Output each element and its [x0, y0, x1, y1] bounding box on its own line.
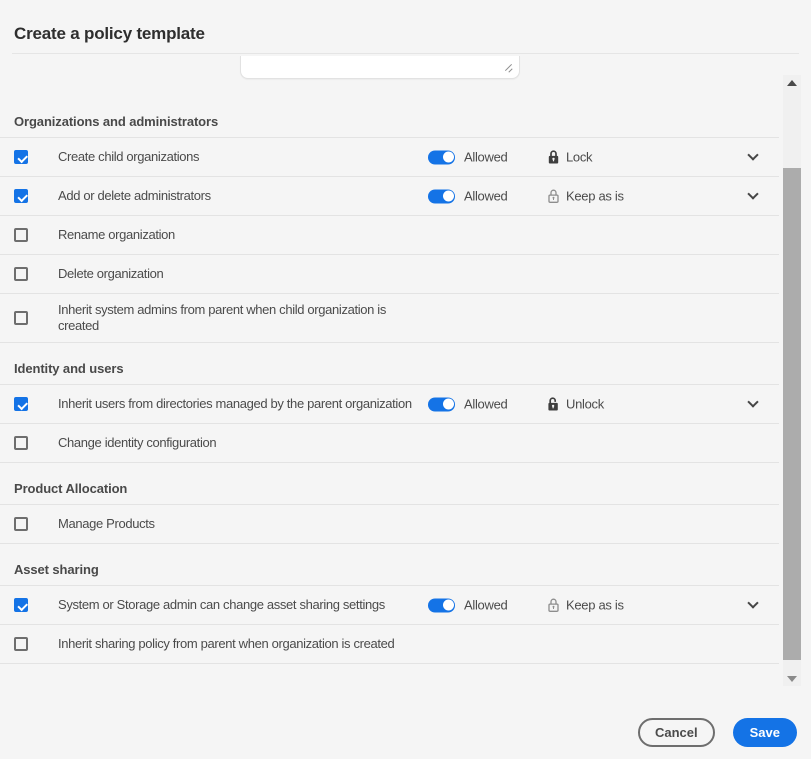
policy-row: Delete organization — [0, 255, 779, 294]
scrollbar-thumb[interactable] — [783, 168, 801, 660]
lock-state-label: Lock — [566, 150, 592, 165]
policy-label: Create child organizations — [58, 149, 199, 165]
allowed-toggle-group: Allowed — [428, 189, 507, 204]
policy-checkbox[interactable] — [14, 189, 28, 203]
chevron-down-icon[interactable] — [747, 597, 758, 608]
policy-label: Manage Products — [58, 516, 155, 532]
policy-label: Inherit sharing policy from parent when … — [58, 636, 394, 652]
policy-checkbox[interactable] — [14, 150, 28, 164]
policy-section: Organizations and administrators Create … — [0, 96, 779, 343]
policy-label: Inherit users from directories managed b… — [58, 396, 412, 412]
chevron-down-icon[interactable] — [747, 188, 758, 199]
section-title: Organizations and administrators — [0, 96, 779, 138]
policy-checkbox[interactable] — [14, 267, 28, 281]
section-title: Identity and users — [0, 343, 779, 385]
allowed-toggle[interactable] — [428, 150, 455, 164]
allowed-toggle[interactable] — [428, 598, 455, 612]
scroll-down-arrow-icon[interactable] — [783, 670, 801, 686]
section-rows: Manage Products — [0, 505, 779, 544]
cancel-button[interactable]: Cancel — [638, 718, 715, 747]
allowed-label: Allowed — [464, 598, 507, 613]
toggle-knob — [443, 600, 454, 611]
allowed-toggle[interactable] — [428, 397, 455, 411]
lock-state-label: Unlock — [566, 397, 604, 412]
allowed-toggle-group: Allowed — [428, 150, 507, 165]
vertical-scrollbar[interactable] — [783, 75, 801, 686]
toggle-knob — [443, 191, 454, 202]
policy-checkbox[interactable] — [14, 436, 28, 450]
chevron-down-icon[interactable] — [747, 396, 758, 407]
allowed-toggle[interactable] — [428, 189, 455, 203]
policy-row: Inherit sharing policy from parent when … — [0, 625, 779, 664]
lock-state-dropdown[interactable]: Lock — [547, 150, 592, 165]
allowed-label: Allowed — [464, 189, 507, 204]
policy-label: Inherit system admins from parent when c… — [58, 302, 420, 334]
allowed-toggle-group: Allowed — [428, 397, 507, 412]
scroll-up-arrow-icon[interactable] — [783, 75, 801, 91]
lock-state-label: Keep as is — [566, 598, 624, 613]
save-button[interactable]: Save — [733, 718, 797, 747]
policy-checkbox[interactable] — [14, 637, 28, 651]
policy-row: Inherit system admins from parent when c… — [0, 294, 779, 343]
lock-state-dropdown[interactable]: Keep as is — [547, 189, 624, 204]
allowed-toggle-group: Allowed — [428, 598, 507, 613]
policy-label: Delete organization — [58, 266, 163, 282]
section-title: Product Allocation — [0, 463, 779, 505]
policy-list: Organizations and administrators Create … — [0, 56, 779, 664]
page-title: Create a policy template — [14, 24, 205, 44]
lock-state-label: Keep as is — [566, 189, 624, 204]
policy-row: Manage Products — [0, 505, 779, 544]
policy-section: Asset sharing System or Storage admin ca… — [0, 544, 779, 664]
section-rows: System or Storage admin can change asset… — [0, 586, 779, 664]
policy-section: Identity and users Inherit users from di… — [0, 343, 779, 463]
policy-checkbox[interactable] — [14, 517, 28, 531]
policy-label: Change identity configuration — [58, 435, 216, 451]
policy-row: Create child organizations Allowed Lock — [0, 138, 779, 177]
section-title: Asset sharing — [0, 544, 779, 586]
chevron-down-icon[interactable] — [747, 149, 758, 160]
lock-state-dropdown[interactable]: Keep as is — [547, 598, 624, 613]
dialog-header: Create a policy template — [0, 0, 811, 54]
policy-checkbox[interactable] — [14, 228, 28, 242]
policy-section: Product Allocation Manage Products — [0, 463, 779, 544]
section-rows: Create child organizations Allowed Lock … — [0, 138, 779, 343]
policy-label: System or Storage admin can change asset… — [58, 597, 385, 613]
policy-checkbox[interactable] — [14, 311, 28, 325]
lock-outline-icon — [547, 598, 560, 613]
policy-checkbox[interactable] — [14, 598, 28, 612]
policy-checkbox[interactable] — [14, 397, 28, 411]
policy-label: Rename organization — [58, 227, 175, 243]
lock-closed-icon — [547, 150, 560, 165]
policy-row: Add or delete administrators Allowed Kee… — [0, 177, 779, 216]
section-rows: Inherit users from directories managed b… — [0, 385, 779, 463]
allowed-label: Allowed — [464, 397, 507, 412]
dialog-footer: Cancel Save — [0, 718, 811, 747]
toggle-knob — [443, 399, 454, 410]
lock-outline-icon — [547, 189, 560, 204]
header-divider — [12, 53, 799, 54]
policy-label: Add or delete administrators — [58, 188, 211, 204]
lock-open-icon — [547, 397, 560, 412]
allowed-label: Allowed — [464, 150, 507, 165]
policy-row: Change identity configuration — [0, 424, 779, 463]
policy-row: System or Storage admin can change asset… — [0, 586, 779, 625]
lock-state-dropdown[interactable]: Unlock — [547, 397, 604, 412]
toggle-knob — [443, 152, 454, 163]
policy-row: Inherit users from directories managed b… — [0, 385, 779, 424]
policy-row: Rename organization — [0, 216, 779, 255]
